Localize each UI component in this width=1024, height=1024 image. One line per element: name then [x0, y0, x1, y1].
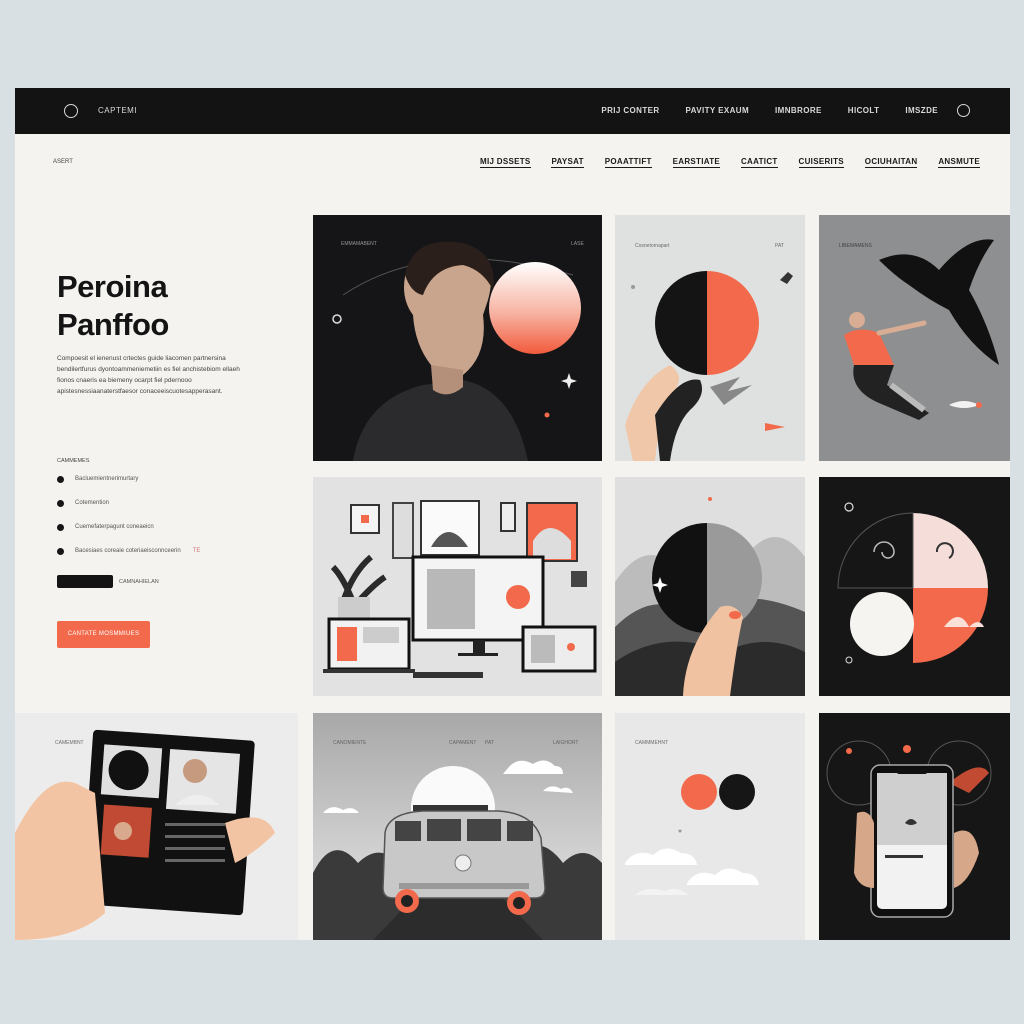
- subnav-left-label[interactable]: ASERT: [53, 159, 73, 165]
- project-tile-bird[interactable]: LIBEMAMENS: [819, 215, 1010, 461]
- tile-label: LASE: [571, 241, 584, 247]
- secondary-nav: MIJ DSSETS PAYSAT POAATTIFT EARSTIATE CA…: [480, 157, 980, 168]
- van-illustration: [313, 713, 602, 940]
- subnav-item-3[interactable]: POAATTIFT: [604, 157, 652, 168]
- tile-label: EMMAMABENT: [341, 241, 377, 247]
- project-tile-split-circle[interactable]: Cosnetornapart PAT: [615, 215, 805, 461]
- contact-button[interactable]: CANTATE MOSMMIUES: [57, 621, 150, 648]
- bird-illustration: [844, 239, 999, 420]
- pill-label: CAMNAHIELAN: [119, 579, 159, 585]
- top-nav-item-4[interactable]: HICOLT: [848, 106, 880, 115]
- moon-illustration: [615, 497, 805, 696]
- list-item-tag: TE: [192, 548, 201, 554]
- subnav-item-8[interactable]: ANSMUTE: [938, 157, 980, 168]
- project-tile-phone[interactable]: [819, 713, 1010, 940]
- bullet-list: Bacluemientnerimurtary Cotemention Cueme…: [57, 476, 200, 572]
- tile-label: LIBEMAMENS: [839, 243, 872, 249]
- subnav-item-4[interactable]: EARSTIATE: [672, 157, 721, 168]
- phone-illustration: [826, 740, 992, 918]
- top-nav-item-3[interactable]: IMNBRORE: [775, 106, 822, 115]
- tile-label: Cosnetornapart: [635, 243, 670, 249]
- subnav-item-5[interactable]: CAATICT: [740, 157, 778, 168]
- section-label: CAMMEMES: [57, 458, 90, 464]
- tablet-illustration: [15, 729, 275, 940]
- two-circles-illustration: [625, 774, 759, 895]
- project-tile-two-circles[interactable]: CAMMMEHNT: [615, 713, 805, 940]
- subnav-item-6[interactable]: CUISERITS: [798, 157, 844, 168]
- hero-description: Compoesit el ienenust crtectes guide lia…: [57, 355, 240, 395]
- project-tile-moon[interactable]: [615, 477, 805, 696]
- top-nav-item-1[interactable]: PRIJ CONTER: [601, 106, 659, 115]
- circles-illustration: [837, 502, 988, 664]
- portrait-illustration: [332, 241, 581, 461]
- tile-label: CANOMIENTE: [333, 740, 367, 746]
- title-line-2: Panffoo: [57, 307, 169, 342]
- subnav-item-1[interactable]: MIJ DSSETS: [480, 157, 531, 168]
- brand-name[interactable]: CAPTEMI: [98, 106, 137, 115]
- list-item: Bacluemientnerimurtary: [57, 476, 200, 500]
- list-item-text: Cuemefaterpagunt coneaeicn: [75, 524, 154, 530]
- tile-label: CAMMMEHNT: [635, 740, 669, 746]
- list-item: Cuemefaterpagunt coneaeicn: [57, 524, 200, 548]
- list-item-text: Bacluemientnerimurtary: [75, 476, 139, 482]
- list-item: Cotemention: [57, 500, 200, 524]
- logo-icon[interactable]: [64, 104, 78, 118]
- subnav-item-2[interactable]: PAYSAT: [551, 157, 584, 168]
- top-bar: CAPTEMI PRIJ CONTER PAVITY EXAUM IMNBROR…: [15, 88, 1010, 134]
- tile-label: PAT: [485, 740, 494, 746]
- project-tile-tablet[interactable]: CAMEMBNT: [15, 713, 298, 940]
- portfolio-page: CAPTEMI PRIJ CONTER PAVITY EXAUM IMNBROR…: [15, 88, 1010, 940]
- project-tile-workspace[interactable]: [313, 477, 602, 696]
- project-tile-van[interactable]: CANOMIENTE CAPAMENT PAT LAIGHORT: [313, 713, 602, 940]
- workspace-illustration: [323, 500, 597, 678]
- tile-label: PAT: [775, 243, 784, 249]
- list-item: Bacesiaes coreaie coteriaeisconnceerin TE: [57, 548, 200, 572]
- subnav-item-7[interactable]: OCIUHAITAN: [864, 157, 918, 168]
- list-item-text: Cotemention: [75, 500, 110, 506]
- tile-label: CAMEMBNT: [55, 740, 84, 746]
- top-nav-item-5[interactable]: IMSZDE: [905, 106, 938, 115]
- project-tile-portrait[interactable]: EMMAMABENT LASE: [313, 215, 602, 461]
- page-title: Peroina Panffoo: [57, 268, 169, 344]
- list-item-text: Bacesiaes coreaie coteriaeisconnceerin: [75, 548, 181, 554]
- menu-icon[interactable]: [957, 104, 970, 117]
- top-nav: PRIJ CONTER PAVITY EXAUM IMNBRORE HICOLT…: [601, 106, 938, 115]
- tile-label: CAPAMENT: [449, 740, 477, 746]
- top-nav-item-2[interactable]: PAVITY EXAUM: [686, 106, 749, 115]
- split-circle-illustration: [625, 271, 793, 461]
- tile-label: LAIGHORT: [553, 740, 579, 746]
- project-tile-circles[interactable]: [819, 477, 1010, 696]
- dark-pill-button[interactable]: [57, 575, 113, 588]
- title-line-1: Peroina: [57, 269, 168, 304]
